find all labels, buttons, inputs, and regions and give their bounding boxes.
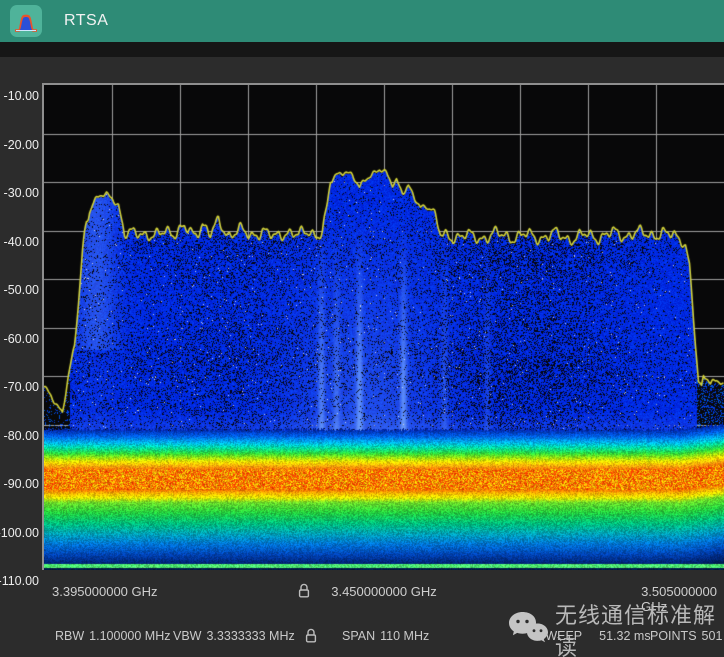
spectrum-plot-frame (42, 83, 724, 570)
center-frequency-label: 3.450000000 GHz (331, 584, 437, 599)
rbw-value: 1.100000 MHz (89, 629, 170, 643)
rbw-readout: RBW 1.100000 MHz (55, 629, 170, 643)
y-tick-label: -60.00 (4, 332, 39, 346)
y-tick-label: -30.00 (4, 186, 39, 200)
y-axis-labels: -10.00 -20.00 -30.00 -40.00 -50.00 -60.00 -70.… (0, 0, 41, 657)
vbw-value: 3.3333333 MHz (206, 629, 294, 643)
span-value: 110 MHz (380, 629, 429, 643)
vbw-readout: VBW 3.3333333 MHz (173, 629, 295, 643)
y-tick-label: -40.00 (4, 235, 39, 249)
rtsa-app-window: RTSA -10.00 -20.00 -30.00 -40.00 -50.00 -60.0… (0, 0, 724, 657)
y-tick-label: -70.00 (4, 380, 39, 394)
chat-bubbles-icon (508, 611, 548, 650)
app-title: RTSA (64, 12, 108, 30)
start-frequency-label: 3.395000000 GHz (52, 584, 158, 599)
y-tick-label: -80.00 (4, 429, 39, 443)
y-tick-label: -20.00 (4, 138, 39, 152)
frequency-lock-icon[interactable] (298, 583, 310, 602)
span-readout: SPAN 110 MHz (342, 629, 429, 643)
watermark: 无线通信标准解读 (508, 598, 724, 657)
header-shadow-strip (0, 42, 724, 57)
title-bar: RTSA (0, 0, 724, 42)
span-label: SPAN (342, 629, 375, 643)
rbw-label: RBW (55, 629, 84, 643)
vbw-label: VBW (173, 629, 201, 643)
settings-lock-icon[interactable] (305, 628, 317, 647)
y-tick-label: -100.00 (0, 526, 39, 540)
y-tick-label: -90.00 (4, 477, 39, 491)
spectrum-persistence-canvas[interactable] (44, 85, 724, 570)
watermark-text: 无线通信标准解读 (555, 598, 724, 657)
app-spectrum-icon[interactable] (10, 5, 42, 37)
y-tick-label: -10.00 (4, 89, 39, 103)
y-tick-label: -50.00 (4, 283, 39, 297)
